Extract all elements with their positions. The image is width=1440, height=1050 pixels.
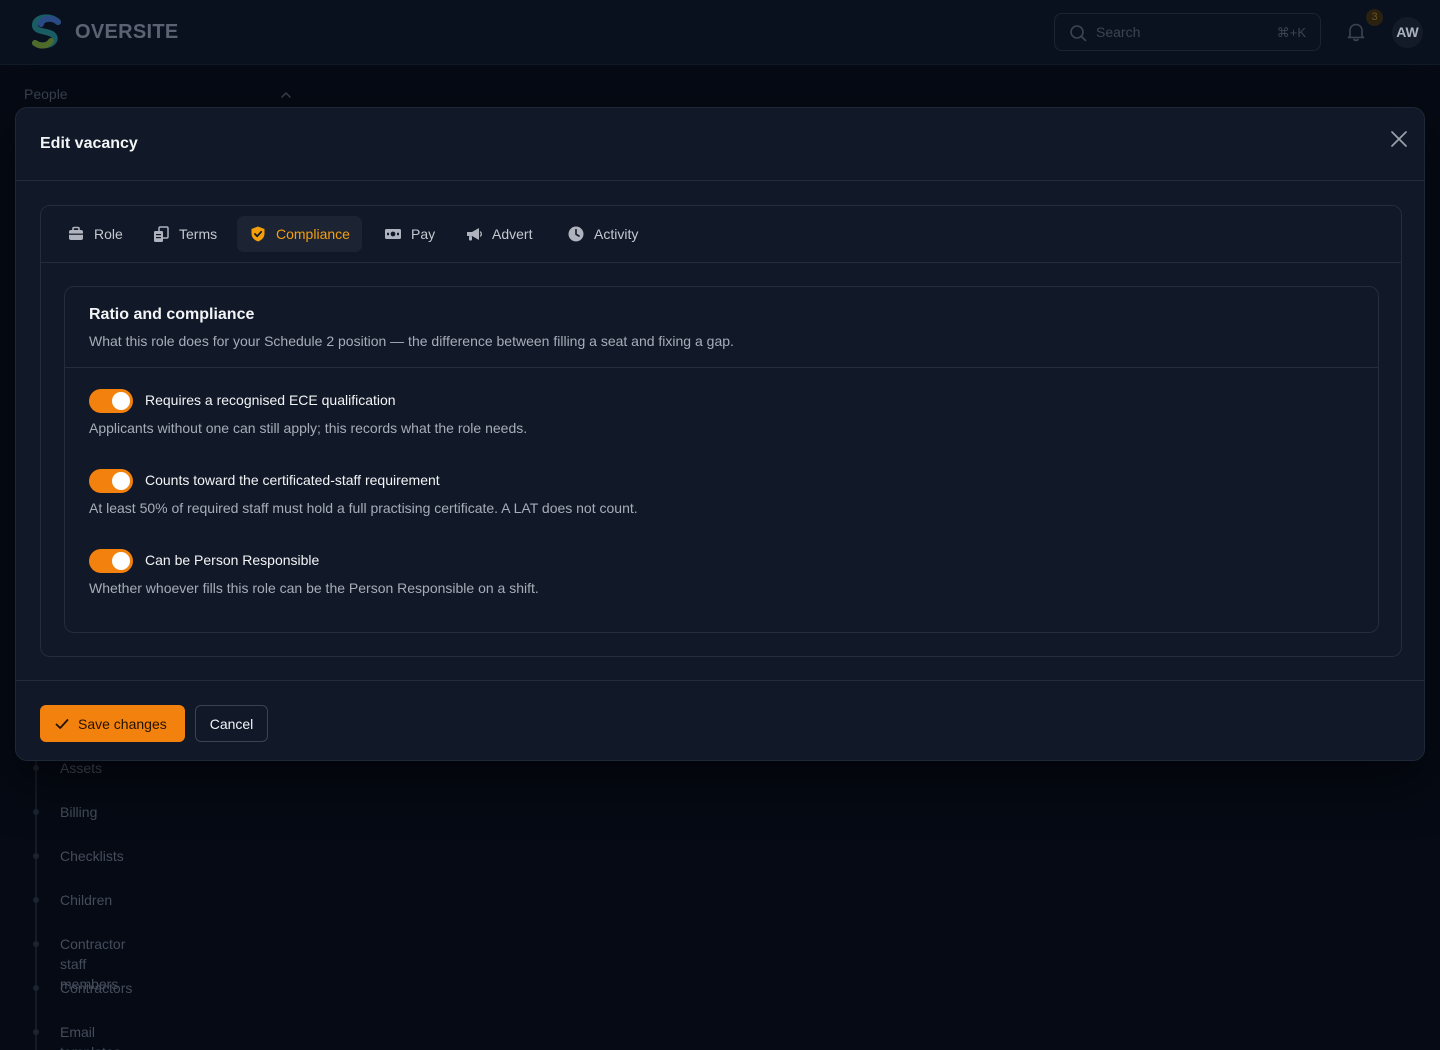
toggle-knob [112, 472, 130, 490]
certificated-staff-toggle[interactable] [89, 469, 133, 493]
briefcase-icon [69, 226, 83, 240]
brand-logo[interactable]: OVERSITE [28, 14, 179, 50]
tab-label: Activity [594, 226, 639, 242]
toggle-help-text: Applicants without one can still apply; … [89, 420, 528, 436]
sidebar-dot [33, 853, 39, 859]
tab-label: Role [94, 226, 123, 242]
tab-label: Terms [179, 226, 218, 242]
chevron-up-icon[interactable] [279, 88, 293, 102]
save-button-label: Save changes [78, 715, 167, 732]
user-avatar[interactable]: AW [1392, 17, 1423, 48]
modal-header: Edit vacancy [16, 108, 1424, 181]
toggle-row-person-responsible: Can be Person Responsible Whether whoeve… [89, 549, 1349, 609]
oversite-logo-icon [32, 14, 61, 49]
top-bar: OVERSITE Search ⌘+K 3 AW [0, 0, 1440, 65]
bell-icon[interactable] [1345, 21, 1367, 43]
section-title: Ratio and compliance [89, 306, 255, 323]
save-changes-button[interactable]: Save changes [40, 705, 185, 742]
tab-label: Advert [492, 226, 533, 242]
sidebar-item-billing[interactable]: Billing [60, 802, 97, 822]
toggle-help-text: At least 50% of required staff must hold… [89, 500, 638, 516]
ece-qualification-toggle[interactable] [89, 389, 133, 413]
tab-role[interactable]: Role [55, 216, 135, 252]
toggle-knob [112, 392, 130, 410]
search-input[interactable]: Search ⌘+K [1054, 13, 1321, 51]
modal-footer: Save changes Cancel [16, 680, 1424, 761]
documents-icon [154, 226, 169, 242]
toggle-row-certificated-staff: Counts toward the certificated-staff req… [89, 469, 1349, 529]
sidebar-dot [33, 809, 39, 815]
person-responsible-toggle[interactable] [89, 549, 133, 573]
tab-label: Pay [411, 226, 436, 242]
search-icon [1070, 25, 1087, 42]
search-placeholder: Search [1096, 24, 1141, 40]
sidebar-dot [33, 1029, 39, 1035]
sidebar-item-checklists[interactable]: Checklists [60, 846, 124, 866]
section-header: Ratio and compliance What this role does… [65, 287, 1378, 368]
edit-vacancy-modal: Edit vacancy Role Terms Compliance Pay A… [15, 107, 1425, 761]
toggle-knob [112, 552, 130, 570]
close-icon[interactable] [1386, 126, 1412, 152]
tab-compliance[interactable]: Compliance [237, 216, 362, 252]
tab-pay[interactable]: Pay [372, 216, 447, 252]
modal-title: Edit vacancy [40, 135, 138, 152]
section-description: What this role does for your Schedule 2 … [89, 333, 734, 349]
tabs-card: Role Terms Compliance Pay Advert Activit… [40, 205, 1402, 657]
check-icon [55, 718, 69, 729]
ratio-compliance-section: Ratio and compliance What this role does… [64, 286, 1379, 633]
sidebar-tree-line [35, 760, 37, 1050]
clock-icon [568, 226, 584, 242]
sidebar-item-contractors[interactable]: Contractors [60, 978, 132, 998]
sidebar-item-children[interactable]: Children [60, 890, 112, 910]
sidebar-item-assets[interactable]: Assets [60, 758, 102, 778]
megaphone-icon [467, 228, 483, 241]
tab-bar: Role Terms Compliance Pay Advert Activit… [41, 206, 1401, 263]
sidebar-dot [33, 941, 39, 947]
sidebar-dot [33, 897, 39, 903]
brand-name: OVERSITE [75, 20, 179, 43]
sidebar-dot [33, 985, 39, 991]
search-shortcut: ⌘+K [1276, 25, 1306, 40]
toggle-label: Can be Person Responsible [145, 552, 320, 568]
sidebar-item-contractor-staff-members[interactable]: Contractor staff members [60, 934, 125, 992]
tab-terms[interactable]: Terms [140, 216, 229, 252]
toggle-row-ece-qualification: Requires a recognised ECE qualification … [89, 389, 1349, 449]
cancel-button[interactable]: Cancel [195, 705, 268, 742]
toggle-label: Requires a recognised ECE qualification [145, 392, 396, 408]
sidebar-section-people[interactable]: People [24, 86, 294, 106]
tab-advert[interactable]: Advert [453, 216, 544, 252]
tab-label: Compliance [276, 226, 350, 242]
notification-badge: 3 [1366, 9, 1383, 26]
toggle-help-text: Whether whoever fills this role can be t… [89, 580, 539, 596]
shield-check-icon [251, 226, 265, 242]
toggle-label: Counts toward the certificated-staff req… [145, 472, 440, 488]
banknote-icon [385, 229, 401, 239]
sidebar-dot [33, 765, 39, 771]
sidebar-item-email-templates[interactable]: Email templates [60, 1022, 121, 1050]
tab-activity[interactable]: Activity [555, 216, 650, 252]
